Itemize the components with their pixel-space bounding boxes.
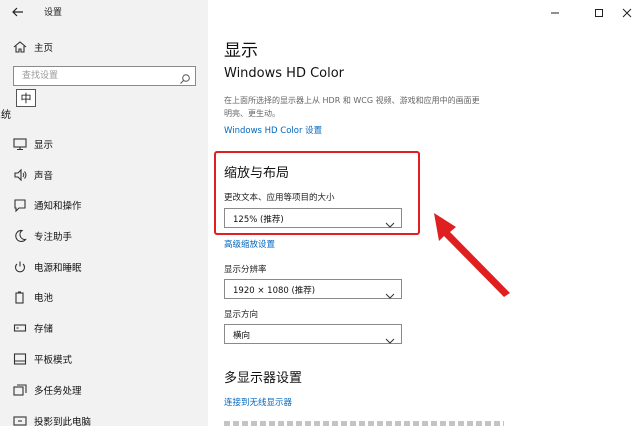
cutoff-text bbox=[224, 421, 504, 426]
home-icon bbox=[12, 39, 28, 55]
search-icon[interactable] bbox=[179, 70, 191, 84]
power-icon bbox=[12, 259, 28, 275]
sidebar-item-label: 多任务处理 bbox=[34, 386, 82, 397]
text-size-label: 更改文本、应用等项目的大小 bbox=[224, 193, 335, 203]
sidebar-item-label: 电源和睡眠 bbox=[34, 263, 82, 274]
multi-display-heading: 多显示器设置 bbox=[224, 371, 303, 386]
hd-color-heading: Windows HD Color bbox=[224, 66, 345, 81]
sidebar-item-notifications[interactable]: 通知和操作 bbox=[0, 192, 208, 218]
section-label: 系统 bbox=[0, 110, 11, 120]
sidebar-item-label: 电池 bbox=[34, 293, 54, 304]
multitask-icon bbox=[12, 382, 28, 398]
advanced-scaling-link[interactable]: 高级缩放设置 bbox=[224, 238, 275, 250]
chevron-down-icon bbox=[385, 285, 395, 299]
battery-icon bbox=[12, 289, 28, 305]
page-title: 显示 bbox=[224, 41, 258, 61]
sidebar-item-home[interactable]: 主页 bbox=[0, 34, 208, 60]
sidebar-item-multitasking[interactable]: 多任务处理 bbox=[0, 377, 208, 403]
chevron-down-icon bbox=[385, 330, 395, 344]
chevron-down-icon bbox=[385, 214, 395, 228]
annotation-arrow bbox=[434, 213, 510, 297]
window-title: 设置 bbox=[44, 8, 63, 18]
sidebar-item-sound[interactable]: 声音 bbox=[0, 162, 208, 188]
scale-layout-heading: 缩放与布局 bbox=[224, 166, 290, 181]
search-input[interactable] bbox=[14, 67, 182, 85]
maximize-icon[interactable] bbox=[592, 4, 606, 17]
sidebar-item-power-sleep[interactable]: 电源和睡眠 bbox=[0, 254, 208, 280]
minimize-icon[interactable] bbox=[548, 4, 562, 16]
projection-icon bbox=[12, 413, 28, 429]
sidebar-item-focus-assist[interactable]: 专注助手 bbox=[0, 223, 208, 249]
orientation-value: 横向 bbox=[233, 331, 251, 341]
hd-color-settings-link[interactable]: Windows HD Color 设置 bbox=[224, 124, 322, 136]
sidebar-item-label: 声音 bbox=[34, 171, 54, 182]
moon-icon bbox=[12, 228, 28, 244]
ime-indicator: 中 bbox=[16, 89, 36, 107]
sidebar-item-project-to-pc[interactable]: 投影到此电脑 bbox=[0, 408, 208, 434]
notification-icon bbox=[12, 197, 28, 213]
storage-icon bbox=[12, 320, 28, 336]
sidebar-item-label: 平板模式 bbox=[34, 355, 73, 366]
resolution-dropdown[interactable]: 1920 × 1080 (推荐) bbox=[224, 279, 402, 299]
resolution-value: 1920 × 1080 (推荐) bbox=[233, 286, 316, 296]
back-arrow-icon[interactable] bbox=[10, 4, 26, 18]
tablet-icon bbox=[12, 351, 28, 367]
sidebar-item-display[interactable]: 显示 bbox=[0, 131, 208, 157]
scale-value: 125% (推荐) bbox=[233, 215, 284, 225]
sidebar-item-label: 专注助手 bbox=[34, 232, 73, 243]
sidebar-item-tablet-mode[interactable]: 平板模式 bbox=[0, 346, 208, 372]
orientation-label: 显示方向 bbox=[224, 310, 259, 320]
sidebar-item-storage[interactable]: 存储 bbox=[0, 315, 208, 341]
close-icon[interactable] bbox=[620, 4, 634, 18]
resolution-label: 显示分辨率 bbox=[224, 265, 267, 275]
orientation-dropdown[interactable]: 横向 bbox=[224, 324, 402, 344]
search-box[interactable] bbox=[13, 66, 196, 86]
scale-dropdown[interactable]: 125% (推荐) bbox=[224, 208, 402, 228]
speaker-icon bbox=[12, 167, 28, 183]
hd-color-description: 在上面所选择的显示器上从 HDR 和 WCG 视频、游戏和应用中的画面更 明亮、… bbox=[224, 96, 480, 118]
monitor-icon bbox=[12, 136, 28, 152]
sidebar-item-label: 存储 bbox=[34, 324, 54, 335]
sidebar-item-label: 通知和操作 bbox=[34, 201, 82, 212]
sidebar: 设置 主页 中 系统 显示 声音 通知和操作 bbox=[0, 0, 208, 428]
wireless-display-link[interactable]: 连接到无线显示器 bbox=[224, 396, 292, 408]
main-content: 显示 Windows HD Color 在上面所选择的显示器上从 HDR 和 W… bbox=[208, 0, 640, 426]
sidebar-item-battery[interactable]: 电池 bbox=[0, 284, 208, 310]
sidebar-item-label: 主页 bbox=[34, 43, 54, 54]
sidebar-item-label: 显示 bbox=[34, 140, 54, 151]
